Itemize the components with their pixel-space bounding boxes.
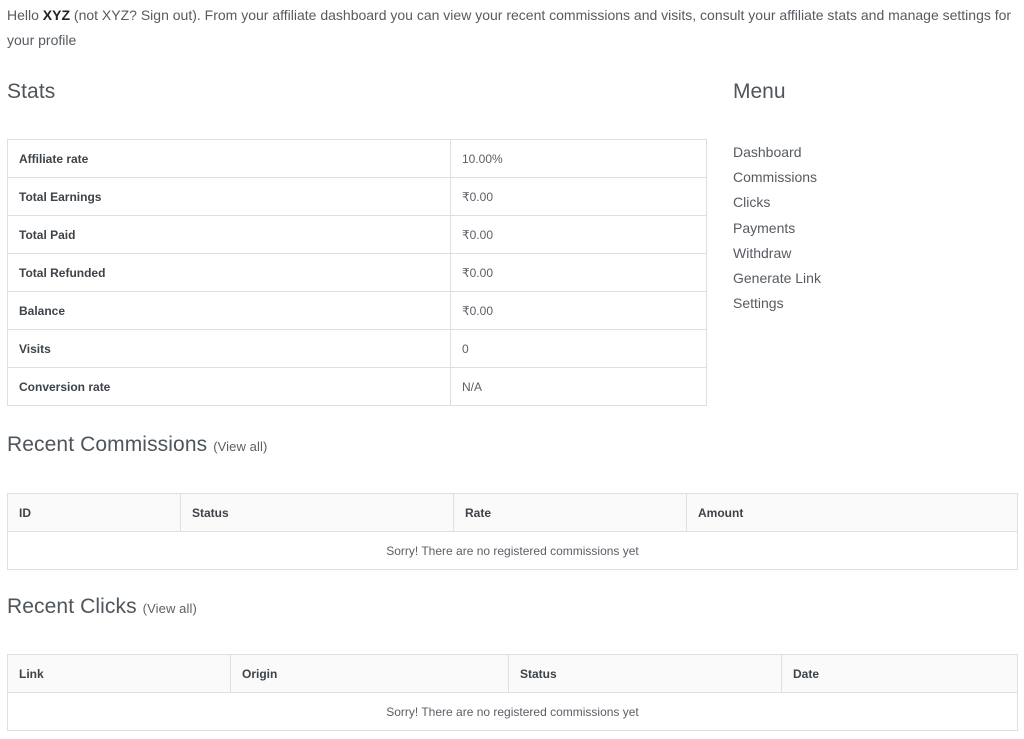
recent-clicks-heading: Recent Clicks (View all) — [7, 595, 197, 619]
column-header-status: Status — [508, 654, 782, 693]
stat-label: Affiliate rate — [7, 139, 451, 178]
stats-row: Balance ₹0.00 — [7, 291, 707, 330]
stats-row: Total Paid ₹0.00 — [7, 215, 707, 254]
stat-value: ₹0.00 — [450, 291, 707, 330]
empty-message: Sorry! There are no registered commissio… — [7, 692, 1018, 731]
stat-label: Balance — [7, 291, 451, 330]
stat-value: N/A — [450, 367, 707, 406]
stats-row: Conversion rate N/A — [7, 367, 707, 406]
menu-item-dashboard[interactable]: Dashboard — [733, 140, 821, 165]
welcome-message: Hello XYZ (not XYZ? Sign out). From your… — [7, 3, 1012, 53]
column-header-origin: Origin — [230, 654, 509, 693]
stats-row: Visits 0 — [7, 329, 707, 368]
recent-commissions-title: Recent Commissions — [7, 433, 208, 456]
table-row: Sorry! There are no registered commissio… — [7, 692, 1018, 731]
sign-out-link[interactable]: Sign out — [141, 7, 192, 23]
menu-item-commissions[interactable]: Commissions — [733, 165, 821, 190]
username: XYZ — [42, 7, 71, 23]
menu-item-withdraw[interactable]: Withdraw — [733, 241, 821, 266]
menu-item-generate-link[interactable]: Generate Link — [733, 266, 821, 291]
column-header-id: ID — [7, 493, 181, 532]
stat-value: 0 — [450, 329, 707, 368]
stat-label: Total Paid — [7, 215, 451, 254]
recent-commissions-heading: Recent Commissions (View all) — [7, 433, 267, 457]
menu-item-settings[interactable]: Settings — [733, 291, 821, 316]
affiliate-menu: Dashboard Commissions Clicks Payments Wi… — [733, 140, 821, 316]
menu-heading: Menu — [733, 80, 786, 103]
column-header-link: Link — [7, 654, 231, 693]
stats-row: Total Refunded ₹0.00 — [7, 253, 707, 292]
not-user-text: (not XYZ? — [73, 7, 137, 23]
stat-value: ₹0.00 — [450, 215, 707, 254]
menu-item-payments[interactable]: Payments — [733, 216, 821, 241]
stats-table: Affiliate rate 10.00% Total Earnings ₹0.00… — [7, 139, 707, 406]
commissions-table: ID Status Rate Amount Sorry! There are n… — [7, 493, 1018, 570]
column-header-amount: Amount — [686, 493, 1018, 532]
table-header-row: ID Status Rate Amount — [7, 493, 1018, 532]
column-header-rate: Rate — [453, 493, 687, 532]
stat-label: Total Refunded — [7, 253, 451, 292]
stat-label: Conversion rate — [7, 367, 451, 406]
stat-value: ₹0.00 — [450, 177, 707, 216]
stats-row: Affiliate rate 10.00% — [7, 139, 707, 178]
column-header-date: Date — [781, 654, 1018, 693]
table-header-row: Link Origin Status Date — [7, 654, 1018, 693]
empty-message: Sorry! There are no registered commissio… — [7, 531, 1018, 570]
recent-clicks-title: Recent Clicks — [7, 595, 137, 618]
stats-heading: Stats — [7, 80, 56, 103]
clicks-view-all-link[interactable]: (View all) — [143, 601, 197, 616]
hello-text: Hello — [7, 7, 39, 23]
stat-value: 10.00% — [450, 139, 707, 178]
column-header-status: Status — [180, 493, 454, 532]
stat-label: Visits — [7, 329, 451, 368]
table-row: Sorry! There are no registered commissio… — [7, 531, 1018, 570]
stat-label: Total Earnings — [7, 177, 451, 216]
menu-item-clicks[interactable]: Clicks — [733, 190, 821, 215]
stat-value: ₹0.00 — [450, 253, 707, 292]
commissions-view-all-link[interactable]: (View all) — [213, 439, 267, 454]
stats-row: Total Earnings ₹0.00 — [7, 177, 707, 216]
clicks-table: Link Origin Status Date Sorry! There are… — [7, 654, 1018, 731]
